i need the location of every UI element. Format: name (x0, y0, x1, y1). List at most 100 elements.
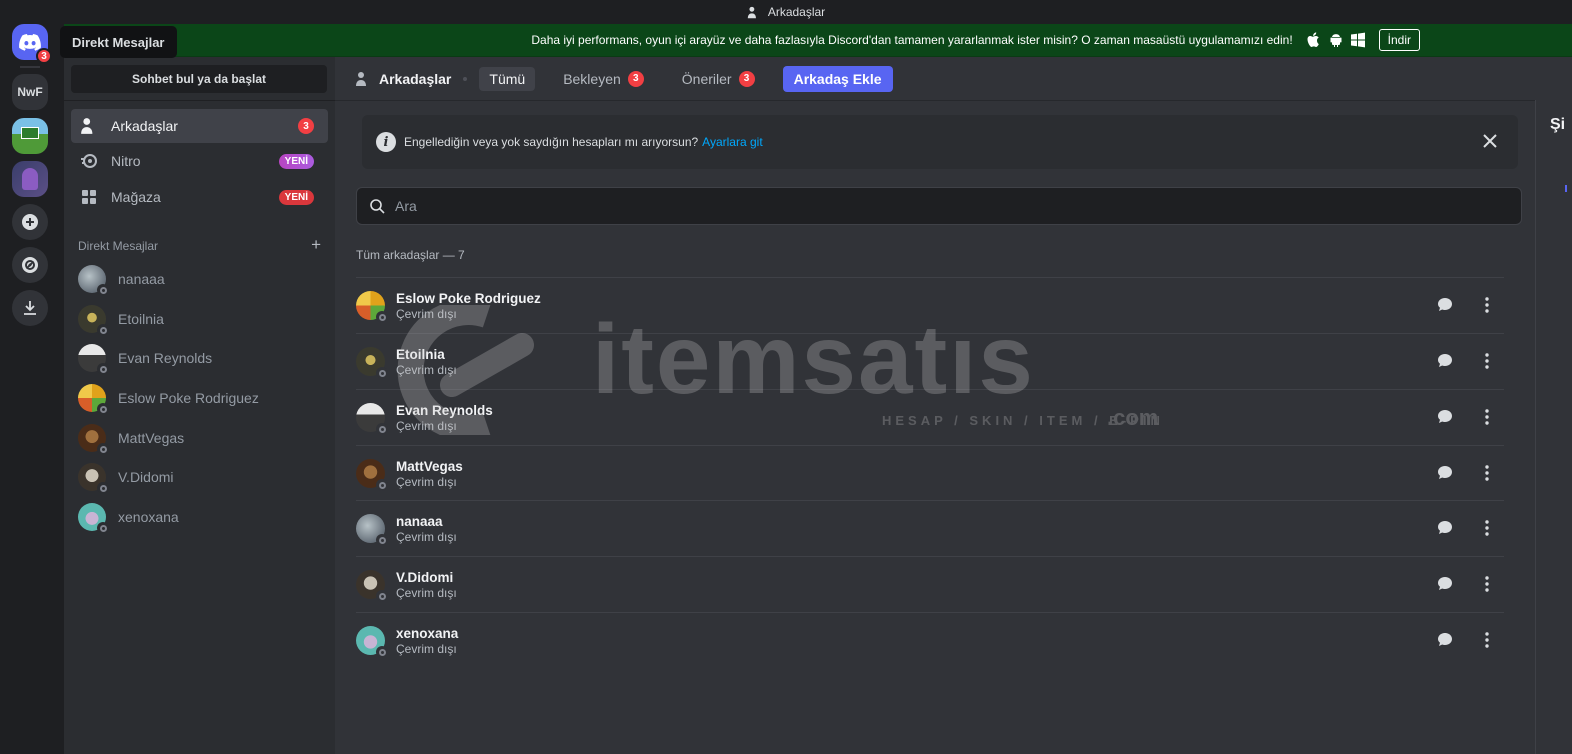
offline-status-icon (376, 534, 388, 546)
page-title-text: Arkadaşlar (379, 70, 452, 87)
dm-header-label: Direkt Mesajlar (78, 239, 159, 253)
desktop-app-banner: Daha iyi performans, oyun içi arayüz ve … (64, 24, 1572, 57)
message-button[interactable] (1430, 346, 1460, 376)
dm-section-header: Direkt Mesajlar + (78, 236, 321, 253)
friend-status: Çevrim dışı (396, 474, 457, 489)
friend-row[interactable]: Eslow Poke Rodriguez Çevrim dışı (356, 277, 1504, 333)
sidebar-item-nitro[interactable]: Nitro YENİ (71, 144, 328, 178)
more-options-button[interactable] (1472, 513, 1502, 543)
server-icon-1[interactable] (12, 118, 48, 154)
message-button[interactable] (1430, 290, 1460, 320)
chat-bubble-icon (1438, 298, 1452, 311)
avatar (78, 305, 109, 336)
chat-bubble-icon (1438, 354, 1452, 367)
add-friend-button[interactable]: Arkadaş Ekle (782, 65, 893, 92)
dm-name: Evan Reynolds (118, 350, 213, 366)
tab-pending[interactable]: Bekleyen 3 (553, 67, 654, 91)
friend-name: nanaaa (396, 513, 443, 529)
dm-item[interactable]: Eslow Poke Rodriguez (71, 378, 328, 418)
android-icon[interactable] (1328, 32, 1344, 48)
more-options-button[interactable] (1472, 458, 1502, 488)
friend-row[interactable]: MattVegas Çevrim dışı (356, 445, 1504, 501)
compass-icon (22, 257, 38, 273)
sidebar-item-friends[interactable]: Arkadaşlar 3 (71, 109, 328, 143)
windows-icon[interactable] (1350, 32, 1366, 48)
tab-all[interactable]: Tümü (479, 66, 536, 91)
panel-accent-mark (1565, 185, 1567, 192)
tab-suggestions[interactable]: Öneriler 3 (672, 67, 765, 91)
header-divider-dot (463, 76, 468, 81)
offline-status-icon (376, 367, 388, 379)
friends-header: Arkadaşlar Tümü Bekleyen 3 Öneriler 3 Arka… (335, 57, 1572, 101)
active-now-panel: Şi (1535, 100, 1572, 754)
kebab-menu-icon (1485, 297, 1489, 313)
more-options-button[interactable] (1472, 569, 1502, 599)
message-button[interactable] (1430, 402, 1460, 432)
search-input[interactable] (395, 198, 1495, 214)
offline-status-icon (97, 443, 109, 455)
dm-item[interactable]: Evan Reynolds (71, 338, 328, 378)
discord-logo-icon (19, 33, 41, 51)
friend-status: Çevrim dışı (396, 362, 457, 377)
offline-status-icon (97, 403, 109, 415)
sidebar-item-label: Mağaza (111, 189, 161, 205)
download-button[interactable]: İndir (1378, 29, 1420, 51)
message-button[interactable] (1430, 625, 1460, 655)
apple-icon[interactable] (1306, 32, 1322, 48)
message-button[interactable] (1430, 569, 1460, 599)
tab-label: Tümü (489, 70, 526, 87)
server-icon-2[interactable] (12, 161, 48, 197)
dm-item[interactable]: nanaaa (71, 259, 328, 299)
more-options-button[interactable] (1472, 625, 1502, 655)
dm-item[interactable]: Etoilnia (71, 299, 328, 339)
banner-text: Daha iyi performans, oyun içi arayüz ve … (531, 33, 1293, 47)
create-dm-button[interactable]: + (311, 236, 321, 253)
offline-status-icon (97, 482, 109, 494)
dm-item[interactable]: MattVegas (71, 418, 328, 458)
offline-status-icon (376, 590, 388, 602)
download-apps-button[interactable] (12, 290, 48, 326)
find-conversation-button[interactable]: Sohbet bul ya da başlat (71, 65, 327, 93)
dm-name: MattVegas (118, 430, 185, 446)
kebab-menu-icon (1485, 576, 1489, 592)
server-image-icon (22, 168, 38, 190)
friend-row[interactable]: V.Didomi Çevrim dışı (356, 556, 1504, 612)
offline-status-icon (97, 324, 109, 336)
friend-status: Çevrim dışı (396, 585, 457, 600)
friend-row[interactable]: nanaaa Çevrim dışı (356, 500, 1504, 556)
home-button[interactable]: 3 (12, 24, 52, 64)
message-button[interactable] (1430, 513, 1460, 543)
settings-link[interactable]: Ayarlara git (702, 135, 762, 149)
dm-item[interactable]: xenoxana (71, 497, 328, 537)
friend-row[interactable]: xenoxana Çevrim dışı (356, 612, 1504, 668)
dm-item[interactable]: V.Didomi (71, 457, 328, 497)
friend-name: Evan Reynolds (396, 402, 493, 418)
chat-bubble-icon (1438, 410, 1452, 423)
dm-name: V.Didomi (118, 469, 174, 485)
friends-icon (356, 71, 366, 86)
offline-status-icon (376, 479, 388, 491)
more-options-button[interactable] (1472, 290, 1502, 320)
friends-icon (747, 6, 756, 18)
sidebar-divider (64, 100, 335, 101)
more-options-button[interactable] (1472, 346, 1502, 376)
sidebar-item-shop[interactable]: Mağaza YENİ (71, 180, 328, 214)
kebab-menu-icon (1485, 520, 1489, 536)
search-icon (370, 199, 385, 214)
friend-row[interactable]: Etoilnia Çevrim dışı (356, 333, 1504, 389)
discover-button[interactable] (12, 247, 48, 283)
sidebar-item-label: Nitro (111, 153, 141, 169)
offline-status-icon (97, 363, 109, 375)
friend-row[interactable]: Evan Reynolds Çevrim dışı (356, 389, 1504, 445)
avatar (78, 503, 109, 534)
add-server-button[interactable] (12, 204, 48, 240)
server-nwf[interactable]: NwF (12, 74, 48, 110)
more-options-button[interactable] (1472, 402, 1502, 432)
server-image-icon (21, 127, 39, 139)
right-panel-header (1535, 57, 1572, 101)
friend-name: xenoxana (396, 625, 459, 641)
message-button[interactable] (1430, 458, 1460, 488)
tab-label: Bekleyen (563, 70, 621, 87)
close-icon[interactable] (1480, 131, 1500, 151)
friends-badge: 3 (298, 118, 314, 134)
